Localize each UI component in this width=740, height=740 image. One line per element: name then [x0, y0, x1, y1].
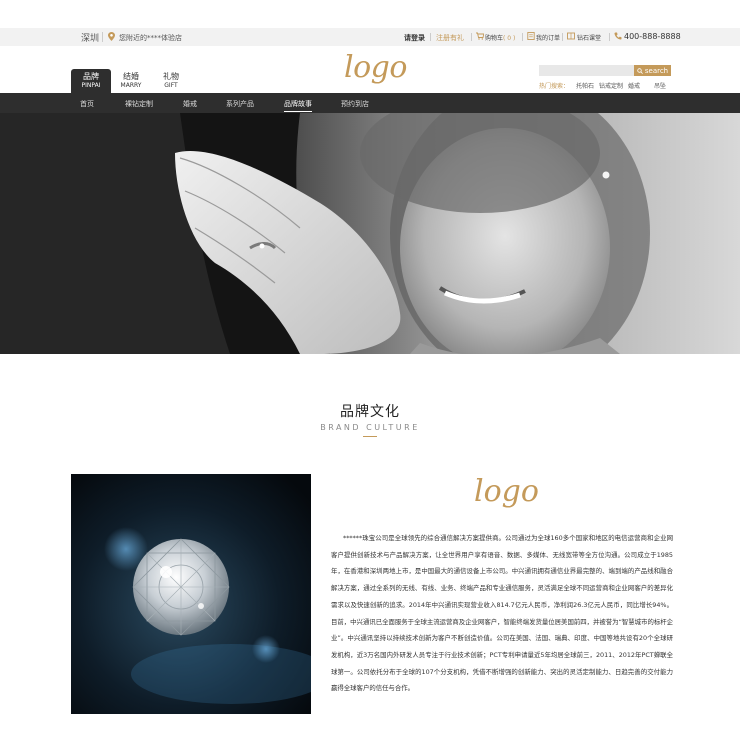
login-link[interactable]: 请登录 [404, 33, 425, 43]
nav-item-series[interactable]: 系列产品 [226, 99, 254, 109]
nearby-store-link[interactable]: 您附近的****体验店 [119, 33, 182, 43]
main-nav: 首页 裸钻定制 婚戒 系列产品 品牌故事 预约到店 [0, 93, 740, 113]
nav-item-custom-diamond[interactable]: 裸钻定制 [125, 99, 153, 109]
hot-search-label: 热门搜索： [539, 83, 570, 90]
divider [522, 33, 523, 41]
classroom-icon [567, 32, 575, 40]
nav-item-appointment[interactable]: 预约到店 [341, 99, 369, 109]
section-title: 品牌文化 [340, 404, 400, 420]
divider [562, 33, 563, 41]
cart-label: 购物车 [485, 35, 504, 42]
tab-label: 品牌 [83, 72, 99, 81]
location-icon [108, 32, 115, 41]
tab-label: 礼物 [163, 72, 179, 81]
brand-description: ******珠宝公司是全球领先的综合通信解决方案提供商。公司通过为全球160多个… [331, 534, 674, 693]
hot-search-item[interactable]: 婚戒 [628, 81, 640, 90]
top-bar: 深圳 您附近的****体验店 请登录 注册有礼 购物车( 0 ) 我的订单 钻石… [0, 28, 740, 46]
tab-pinpai[interactable]: 品牌 PINPAI [71, 69, 111, 93]
nav-item-brand-story[interactable]: 品牌故事 [284, 99, 312, 112]
hot-search-item[interactable]: 托帕石 [576, 81, 594, 90]
cart-count: ( 0 ) [503, 35, 516, 42]
hot-search-item[interactable]: 吊坠 [654, 81, 666, 90]
city-selector[interactable]: 深圳 [81, 31, 99, 44]
search-button[interactable]: search [634, 65, 671, 76]
cart-link[interactable]: 购物车( 0 ) [485, 33, 515, 42]
hotline-number: 400-888-8888 [624, 32, 681, 41]
site-header: 品牌 PINPAI 结婚 MARRY 礼物 GIFT logo search 热… [0, 46, 740, 93]
search-icon [637, 67, 643, 74]
phone-icon [614, 32, 622, 40]
tab-label: 结婚 [123, 72, 139, 81]
tab-sublabel: PINPAI [81, 82, 101, 89]
nav-item-home[interactable]: 首页 [80, 99, 94, 109]
cart-icon [476, 32, 484, 40]
hero-banner-image [0, 113, 740, 354]
title-underline [363, 436, 377, 437]
divider [609, 33, 610, 41]
diamond-classroom-link[interactable]: 钻石课堂 [577, 33, 601, 42]
divider [430, 33, 431, 41]
register-link[interactable]: 注册有礼 [436, 33, 464, 43]
section-subtitle: BRAND CULTURE [320, 423, 420, 432]
search-button-label: search [644, 66, 669, 75]
hot-search-item[interactable]: 钻戒定制 [599, 81, 623, 90]
tab-gift[interactable]: 礼物 GIFT [151, 69, 191, 93]
tab-sublabel: GIFT [164, 82, 178, 89]
my-orders-link[interactable]: 我的订单 [536, 33, 560, 42]
divider [102, 32, 103, 42]
search-input[interactable] [539, 65, 634, 76]
site-logo[interactable]: logo [344, 50, 407, 85]
diamond-photo [71, 474, 311, 714]
divider [471, 33, 472, 41]
orders-icon [527, 32, 535, 40]
tab-sublabel: MARRY [120, 82, 142, 89]
tab-marry[interactable]: 结婚 MARRY [111, 69, 151, 93]
brand-logo: logo [474, 474, 539, 509]
nav-item-wedding-ring[interactable]: 婚戒 [183, 99, 197, 109]
